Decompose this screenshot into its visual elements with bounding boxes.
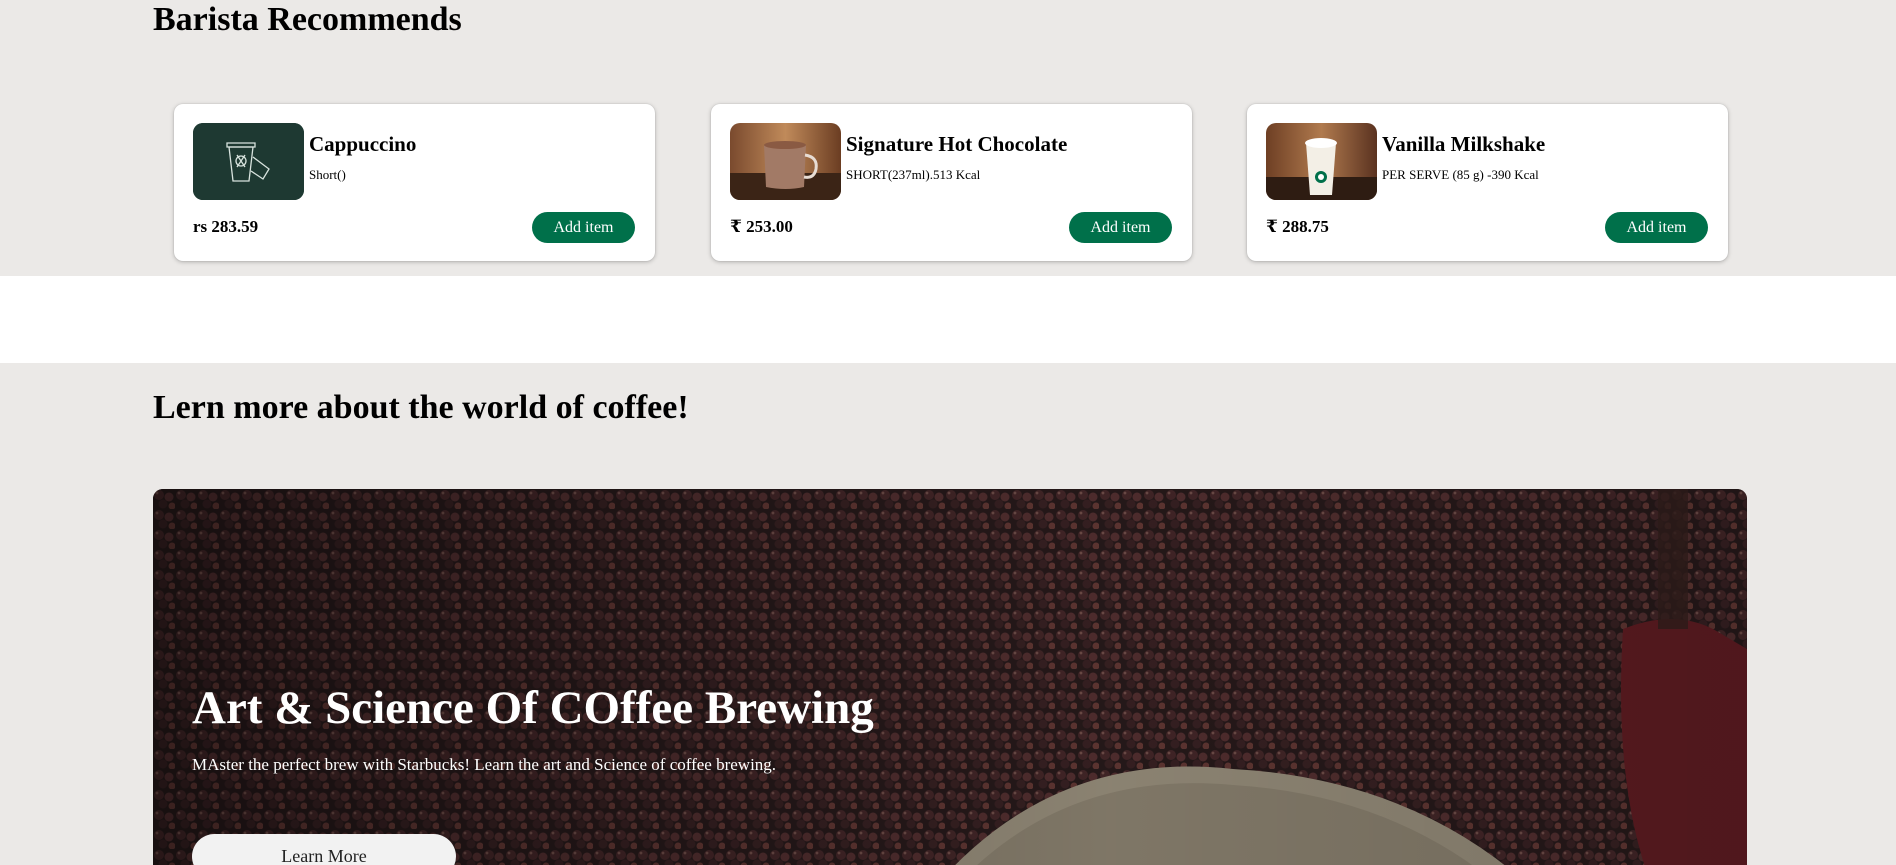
product-card-vanilla-milkshake: Vanilla Milkshake PER SERVE (85 g) -390 …: [1247, 104, 1728, 261]
product-desc: PER SERVE (85 g) -390 Kcal: [1382, 167, 1539, 182]
product-desc: SHORT(237ml).513 Kcal: [846, 167, 981, 182]
product-desc: Short(): [309, 167, 346, 182]
product-price: ₹ 253.00: [730, 217, 793, 236]
cup-sketch-icon: [193, 123, 304, 200]
product-card-hot-chocolate: Signature Hot Chocolate SHORT(237ml).513…: [711, 104, 1192, 261]
brewing-hero-banner: Art & Science Of COffee Brewing MAster t…: [153, 489, 1747, 865]
product-card-cappuccino: Cappuccino Short() rs 283.59 Add item: [174, 104, 655, 261]
hero-text: MAster the perfect brew with Starbucks! …: [192, 755, 777, 774]
spacer-band: [0, 276, 1896, 363]
product-name: Vanilla Milkshake: [1382, 132, 1546, 156]
product-name: Cappuccino: [309, 132, 417, 156]
learn-heading: Lern more about the world of coffee!: [153, 389, 689, 426]
barista-heading: Barista Recommends: [153, 1, 462, 38]
learn-section: Lern more about the world of coffee! Art…: [0, 363, 1896, 865]
coffee-beans-photo: [153, 489, 1747, 865]
hero-title: Art & Science Of COffee Brewing: [192, 682, 874, 734]
add-item-button[interactable]: Add item: [532, 212, 635, 243]
add-item-button[interactable]: Add item: [1069, 212, 1172, 243]
product-price: rs 283.59: [193, 217, 259, 236]
milkshake-cup-photo: [1266, 123, 1377, 200]
product-price: ₹ 288.75: [1266, 217, 1329, 236]
add-item-button[interactable]: Add item: [1605, 212, 1708, 243]
product-name: Signature Hot Chocolate: [846, 132, 1068, 156]
learn-more-button[interactable]: Learn More: [192, 834, 456, 865]
barista-section: Barista Recommends Cappuccino Short() rs…: [0, 0, 1896, 276]
hot-chocolate-mug-photo: [730, 123, 841, 200]
